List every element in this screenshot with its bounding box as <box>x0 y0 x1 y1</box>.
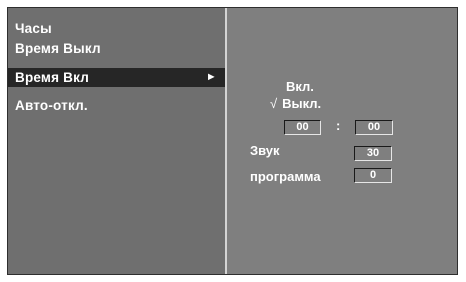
option-on[interactable]: Вкл. <box>286 79 314 94</box>
menu-item-off-time-label: Время Выкл <box>15 41 101 56</box>
menu-item-off-time[interactable]: Время Выкл <box>8 39 225 58</box>
hour-field[interactable]: 00 <box>284 120 321 135</box>
osd-window: Часы Время Выкл Время Вкл ► Авто-откл. В… <box>7 7 458 275</box>
time-separator: : <box>336 118 341 133</box>
timer-menu: Часы Время Выкл Время Вкл ► Авто-откл. <box>8 8 227 274</box>
menu-item-auto-off-label: Авто-откл. <box>15 98 88 113</box>
menu-item-on-time[interactable]: Время Вкл ► <box>8 68 225 87</box>
option-on-label: Вкл. <box>286 79 314 94</box>
menu-item-on-time-label: Время Вкл <box>15 70 89 85</box>
menu-item-clock-label: Часы <box>15 21 52 36</box>
volume-field[interactable]: 30 <box>354 146 392 161</box>
arrow-right-icon: ► <box>205 71 217 83</box>
program-field[interactable]: 0 <box>354 168 392 183</box>
menu-item-auto-off[interactable]: Авто-откл. <box>8 96 225 115</box>
option-off[interactable]: √ Выкл. <box>270 96 321 111</box>
timer-on-settings: Вкл. √ Выкл. 00 : 00 Звук 30 программа 0 <box>227 8 457 274</box>
minute-field[interactable]: 00 <box>355 120 393 135</box>
program-label: программа <box>250 169 321 184</box>
option-off-label: Выкл. <box>282 96 322 111</box>
menu-item-clock[interactable]: Часы <box>8 19 225 38</box>
volume-label: Звук <box>250 143 280 158</box>
check-mark-icon: √ <box>270 96 278 111</box>
